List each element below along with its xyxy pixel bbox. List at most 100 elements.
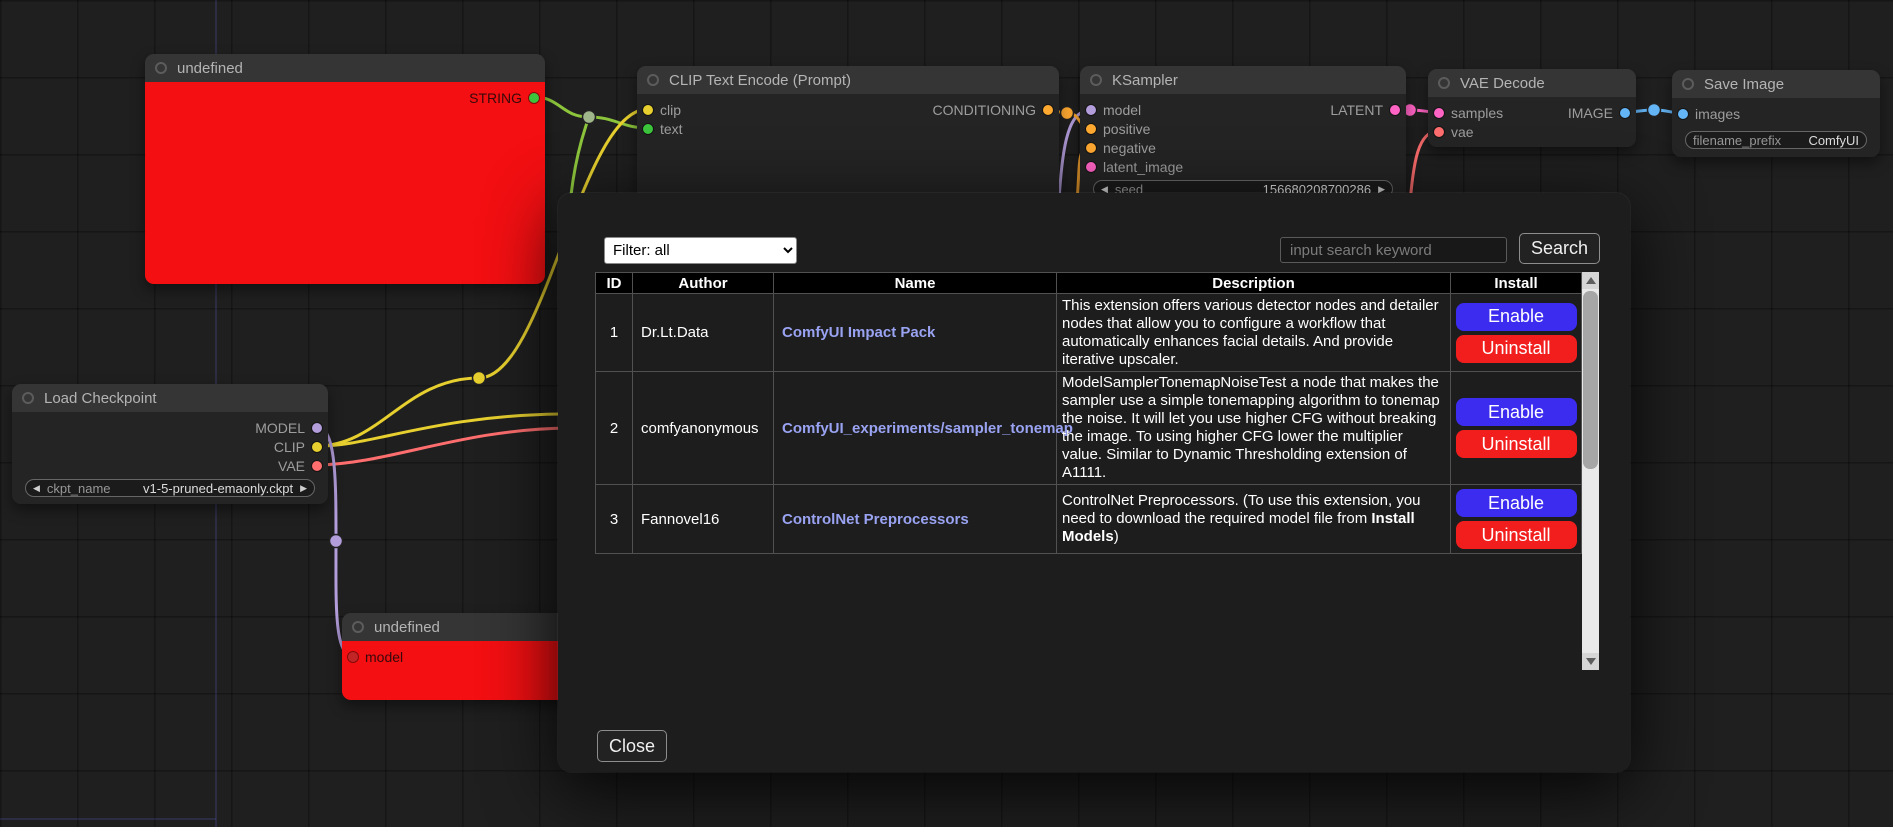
input-slot-dot[interactable] [643, 105, 653, 115]
widget-value: v1-5-pruned-emaonly.ckpt [143, 481, 293, 496]
node-title-bar[interactable]: Save Image [1672, 70, 1880, 98]
input-slot-dot[interactable] [1086, 124, 1096, 134]
input-slot-model[interactable]: model [1086, 102, 1141, 118]
scroll-up-icon[interactable] [1582, 272, 1599, 289]
input-slot-dot[interactable] [1086, 105, 1096, 115]
slot-label: latent_image [1103, 159, 1183, 175]
output-slot-clip[interactable]: CLIP [274, 439, 322, 455]
input-slot-model[interactable]: model [348, 649, 403, 665]
uninstall-button[interactable]: Uninstall [1456, 521, 1577, 549]
cell-description: ControlNet Preprocessors. (To use this e… [1057, 485, 1451, 554]
uninstall-button[interactable]: Uninstall [1456, 430, 1577, 458]
extension-link[interactable]: ComfyUI_experiments/sampler_tonemap [782, 420, 1073, 437]
collapse-icon[interactable] [1682, 78, 1694, 90]
output-slot-dot[interactable] [1620, 108, 1630, 118]
collapse-icon[interactable] [22, 392, 34, 404]
slot-label: positive [1103, 121, 1150, 137]
widget-label: filename_prefix [1693, 133, 1781, 148]
extension-link[interactable]: ControlNet Preprocessors [782, 511, 969, 528]
input-slot-text[interactable]: text [643, 121, 683, 137]
output-slot-dot[interactable] [312, 423, 322, 433]
output-slot-model[interactable]: MODEL [255, 420, 322, 436]
input-slot-clip[interactable]: clip [643, 102, 681, 118]
output-slot-dot[interactable] [1390, 105, 1400, 115]
reroute-dot[interactable] [473, 372, 486, 385]
filename-prefix-widget[interactable]: filename_prefix ComfyUI [1685, 131, 1867, 149]
node-title-bar[interactable]: undefined [145, 54, 545, 82]
input-slot-latent-image[interactable]: latent_image [1086, 159, 1183, 175]
node-title: Load Checkpoint [44, 390, 157, 407]
node-title: undefined [374, 619, 440, 636]
node-title-bar[interactable]: Load Checkpoint [12, 384, 328, 412]
close-button[interactable]: Close [597, 730, 667, 762]
input-slot-samples[interactable]: samples [1434, 105, 1503, 121]
extension-table: ID Author Name Description Install 1 Dr.… [595, 272, 1582, 554]
input-slot-dot[interactable] [1434, 127, 1444, 137]
left-arrow-icon[interactable]: ◀ [33, 484, 40, 493]
cell-description: ModelSamplerTonemapNoiseTest a node that… [1057, 372, 1451, 485]
header-author: Author [633, 273, 774, 294]
extension-link[interactable]: ComfyUI Impact Pack [782, 324, 935, 341]
ckpt-name-widget[interactable]: ◀ ckpt_name v1-5-pruned-emaonly.ckpt ▶ [25, 479, 315, 497]
input-slot-negative[interactable]: negative [1086, 140, 1156, 156]
output-slot-dot[interactable] [312, 461, 322, 471]
input-slot-positive[interactable]: positive [1086, 121, 1150, 137]
input-slot-dot[interactable] [1434, 108, 1444, 118]
output-slot-dot[interactable] [1043, 105, 1053, 115]
filter-select[interactable]: Filter: all [604, 237, 797, 264]
collapse-icon[interactable] [155, 62, 167, 74]
enable-button[interactable]: Enable [1456, 489, 1577, 517]
reroute-dot[interactable] [1648, 104, 1661, 117]
input-slot-images[interactable]: images [1678, 106, 1740, 122]
enable-button[interactable]: Enable [1456, 303, 1577, 331]
right-arrow-icon[interactable]: ▶ [300, 484, 307, 493]
output-slot-image[interactable]: IMAGE [1568, 105, 1630, 121]
output-slot-vae[interactable]: VAE [278, 458, 322, 474]
output-slot-string[interactable]: STRING [469, 90, 539, 106]
table-row: 1 Dr.Lt.Data ComfyUI Impact Pack This ex… [596, 294, 1582, 372]
search-button[interactable]: Search [1519, 233, 1600, 264]
header-description: Description [1057, 273, 1451, 294]
uninstall-button[interactable]: Uninstall [1456, 335, 1577, 363]
slot-label: vae [1451, 124, 1474, 140]
wire-string-to-text [534, 97, 648, 128]
search-input[interactable] [1280, 237, 1507, 263]
slot-label: clip [660, 102, 681, 118]
collapse-icon[interactable] [1090, 74, 1102, 86]
canvas-axis-horizontal [0, 818, 216, 820]
slot-label: VAE [278, 458, 305, 474]
output-slot-dot[interactable] [312, 442, 322, 452]
input-slot-dot[interactable] [1086, 143, 1096, 153]
node-title-bar[interactable]: KSampler [1080, 66, 1406, 94]
table-header-row: ID Author Name Description Install [596, 273, 1582, 294]
node-title-bar[interactable]: VAE Decode [1428, 69, 1636, 97]
node-title-bar[interactable]: CLIP Text Encode (Prompt) [637, 66, 1059, 94]
node-undefined-string[interactable]: undefined STRING [145, 54, 545, 284]
collapse-icon[interactable] [352, 621, 364, 633]
output-slot-conditioning[interactable]: CONDITIONING [933, 102, 1053, 118]
graph-canvas[interactable]: undefined STRING CLIP Text Encode (Promp… [0, 0, 1893, 827]
node-title: CLIP Text Encode (Prompt) [669, 72, 851, 89]
enable-button[interactable]: Enable [1456, 398, 1577, 426]
slot-label: model [1103, 102, 1141, 118]
scroll-down-icon[interactable] [1582, 653, 1599, 670]
input-slot-dot[interactable] [1086, 162, 1096, 172]
node-load-checkpoint[interactable]: Load Checkpoint MODEL CLIP VAE [12, 384, 328, 504]
input-slot-vae[interactable]: vae [1434, 124, 1474, 140]
input-slot-dot[interactable] [348, 652, 358, 662]
reroute-dot[interactable] [583, 111, 596, 124]
collapse-icon[interactable] [1438, 77, 1450, 89]
scrollbar-thumb[interactable] [1583, 291, 1598, 469]
node-save-image[interactable]: Save Image images filename_prefix ComfyU… [1672, 70, 1880, 157]
input-slot-dot[interactable] [1678, 109, 1688, 119]
node-title: KSampler [1112, 72, 1178, 89]
reroute-dot[interactable] [1061, 107, 1074, 120]
node-vae-decode[interactable]: VAE Decode samples IMAGE vae [1428, 69, 1636, 147]
output-slot-latent[interactable]: LATENT [1330, 102, 1400, 118]
collapse-icon[interactable] [647, 74, 659, 86]
reroute-dot[interactable] [330, 535, 343, 548]
input-slot-dot[interactable] [643, 124, 653, 134]
cell-author: comfyanonymous [633, 372, 774, 485]
output-slot-dot[interactable] [529, 93, 539, 103]
scrollbar[interactable] [1582, 272, 1599, 670]
